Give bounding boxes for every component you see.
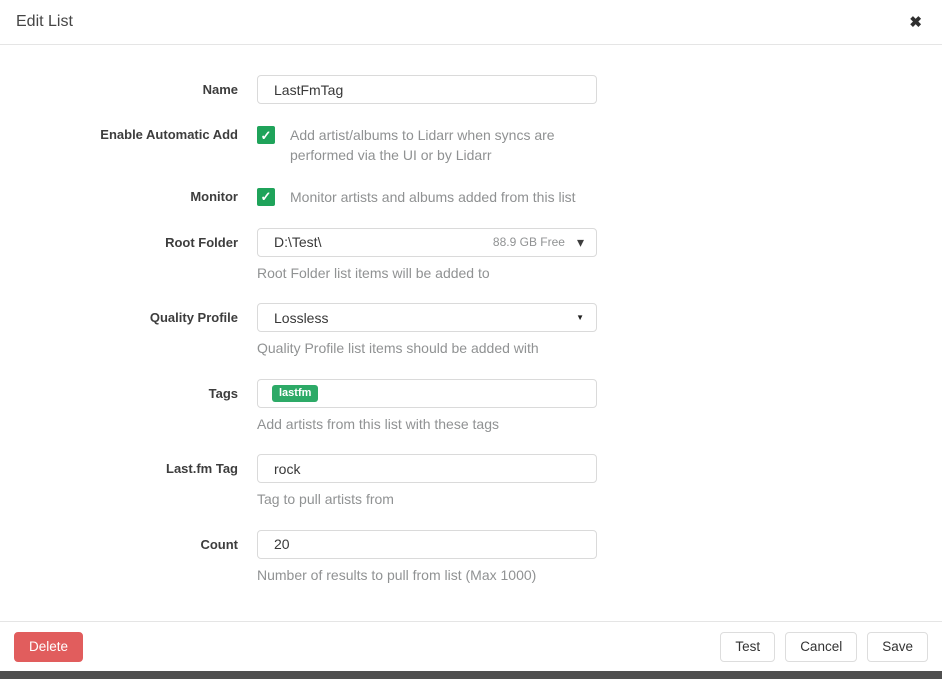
tags-label: Tags [0,379,257,434]
count-help: Number of results to pull from list (Max… [257,567,597,585]
root-folder-select[interactable]: D:\Test\ 88.9 GB Free ▾ [257,228,597,257]
monitor-help: Monitor artists and albums added from th… [290,187,576,207]
edit-list-form: Name Enable Automatic Add ✓ Add artist/a… [0,45,942,621]
select-arrow-icon: ▼ [576,314,584,322]
root-folder-value: D:\Test\ [274,234,493,250]
quality-profile-select[interactable]: Lossless ▼ [257,303,597,332]
modal-footer: Delete Test Cancel Save [0,621,942,671]
quality-profile-value: Lossless [274,310,576,326]
enable-automatic-add-checkbox[interactable]: ✓ [257,126,275,144]
root-folder-free-space: 88.9 GB Free [493,235,565,249]
tag-pill[interactable]: lastfm [272,385,318,402]
lastfm-tag-help: Tag to pull artists from [257,491,597,509]
lastfm-tag-input[interactable] [257,454,597,483]
enable-automatic-add-label: Enable Automatic Add [0,125,257,166]
form-row-enable-automatic-add: Enable Automatic Add ✓ Add artist/albums… [0,125,942,166]
cancel-button[interactable]: Cancel [785,632,857,662]
check-icon: ✓ [261,190,272,203]
close-icon: ✖ [909,14,922,31]
form-row-monitor: Monitor ✓ Monitor artists and albums add… [0,187,942,207]
count-input[interactable] [257,530,597,559]
quality-profile-help: Quality Profile list items should be add… [257,340,597,358]
name-label: Name [0,75,257,104]
edit-list-modal: Edit List ✖ Name Enable Automatic Add ✓ … [0,0,942,679]
page-bottom-bar [0,671,942,679]
monitor-label: Monitor [0,187,257,207]
form-row-lastfm-tag: Last.fm Tag Tag to pull artists from [0,454,942,509]
root-folder-label: Root Folder [0,228,257,283]
monitor-checkbox[interactable]: ✓ [257,188,275,206]
form-row-name: Name [0,75,942,104]
enable-automatic-add-help: Add artist/albums to Lidarr when syncs a… [290,125,595,166]
form-row-tags: Tags lastfm Add artists from this list w… [0,379,942,434]
form-row-quality-profile: Quality Profile Lossless ▼ Quality Profi… [0,303,942,358]
lastfm-tag-label: Last.fm Tag [0,454,257,509]
form-row-count: Count Number of results to pull from lis… [0,530,942,585]
save-button[interactable]: Save [867,632,928,662]
form-row-root-folder: Root Folder D:\Test\ 88.9 GB Free ▾ Root… [0,228,942,283]
check-icon: ✓ [261,129,272,142]
tags-help: Add artists from this list with these ta… [257,416,597,434]
tags-input[interactable]: lastfm [257,379,597,408]
root-folder-help: Root Folder list items will be added to [257,265,597,283]
test-button[interactable]: Test [720,632,775,662]
modal-header: Edit List ✖ [0,0,942,45]
delete-button[interactable]: Delete [14,632,83,662]
caret-down-icon: ▾ [577,235,584,249]
quality-profile-label: Quality Profile [0,303,257,358]
name-input[interactable] [257,75,597,104]
count-label: Count [0,530,257,585]
page-title: Edit List [16,13,73,31]
close-button[interactable]: ✖ [905,11,926,34]
